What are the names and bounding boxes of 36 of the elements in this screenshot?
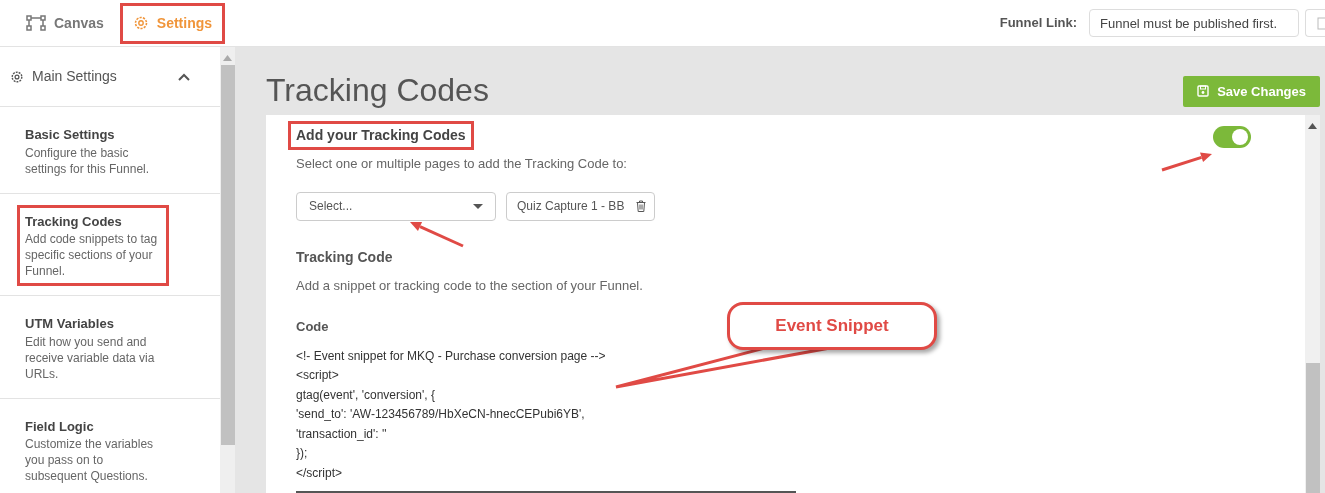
copy-button[interactable]	[1305, 9, 1325, 37]
annotation-arrow	[410, 222, 464, 248]
section-heading: Add your Tracking Codes	[288, 121, 474, 150]
callout-bubble: Event Snippet	[727, 302, 937, 350]
funnel-link-field[interactable]: Funnel must be published first.	[1089, 9, 1299, 37]
instruction-text: Select one or multiple pages to add the Tracking Code to:	[296, 155, 627, 173]
settings-icon	[10, 69, 24, 84]
annotation-arrow	[1161, 152, 1212, 172]
menu-item-title[interactable]: Basic Settings	[25, 125, 161, 145]
funnel-link-label: Funnel Link:	[999, 14, 1077, 33]
settings-icon	[132, 15, 149, 31]
save-icon	[1197, 85, 1210, 98]
copy-icon	[1317, 16, 1325, 30]
description-text: Add a snippet or tracking code to the section of your Funnel.	[296, 276, 643, 295]
scroll-up-icon[interactable]	[1308, 123, 1317, 129]
section-title[interactable]: Main Settings	[32, 66, 117, 87]
menu-item-description: Configure the basic settings for this Funnel.	[25, 144, 151, 177]
menu-item-title[interactable]: UTM Variables	[25, 314, 161, 334]
menu-item-title[interactable]: Tracking Codes	[25, 211, 161, 231]
scrollbar[interactable]	[1305, 115, 1320, 493]
nav-tab[interactable]: Canvas	[14, 3, 116, 43]
page-name: Quiz Capture 1 - BB	[517, 198, 625, 215]
menu-item-description: Add code snippets to tag specific sections of your Funnel.	[25, 231, 159, 279]
menu-item-description: Customize the variables you pass on to subsequent Questions.	[25, 436, 155, 484]
chevron-icon[interactable]	[178, 72, 190, 81]
page-select[interactable]: Select...	[296, 191, 496, 221]
page-title: Tracking Codes	[266, 74, 489, 106]
menu-item-title[interactable]: Field Logic	[25, 416, 161, 436]
trash-icon[interactable]	[636, 200, 647, 212]
caret-icon	[473, 203, 483, 209]
vector-path-icon	[26, 15, 46, 31]
menu-item-description: Edit how you send and receive variable data via URLs.	[25, 333, 156, 382]
toggle-switch[interactable]	[1213, 126, 1251, 148]
field-label: Code	[296, 318, 329, 336]
subheading: Tracking Code	[296, 247, 393, 267]
scrollbar[interactable]	[220, 47, 235, 493]
